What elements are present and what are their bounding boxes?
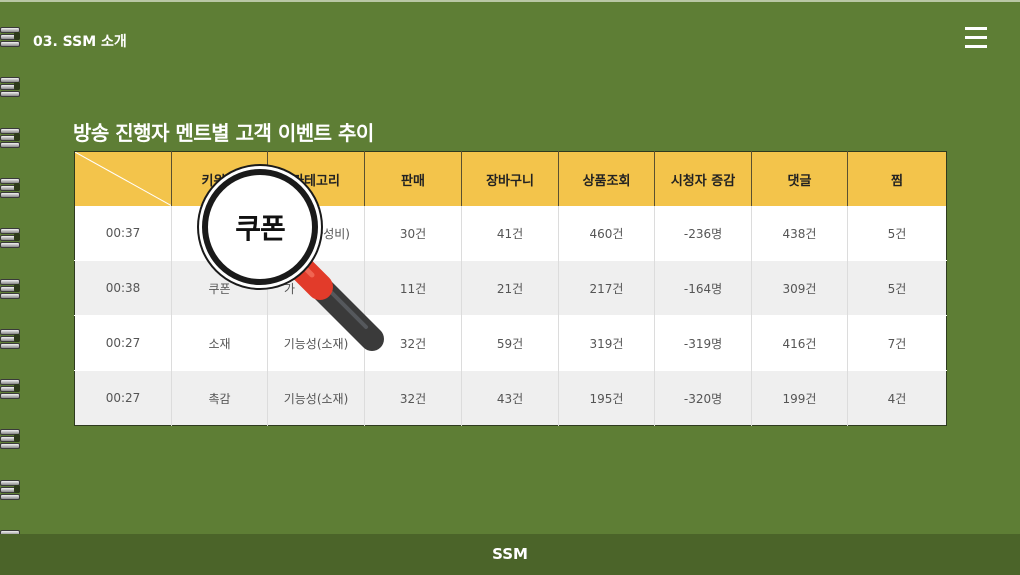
- slide-title: 방송 진행자 멘트별 고객 이벤트 추이: [73, 121, 374, 145]
- spiral-ring: [0, 226, 20, 249]
- spiral-binding: [0, 0, 24, 575]
- header-cart: 장바구니: [461, 151, 559, 206]
- cell-cart: 59건: [461, 315, 559, 371]
- cell-views: 460건: [558, 206, 655, 261]
- cell-wishlist: 7건: [847, 315, 947, 371]
- header-viewer-change: 시청자 증감: [654, 151, 752, 206]
- cell-views: 195건: [558, 370, 655, 426]
- header-corner-cell: [74, 151, 172, 206]
- cell-category: 기능성(소재): [267, 370, 365, 426]
- cell-cart: 21건: [461, 260, 559, 316]
- cell-wishlist: 4건: [847, 370, 947, 426]
- header-product-views: 상품조회: [558, 151, 655, 206]
- footer-label: SSM: [492, 545, 528, 563]
- cell-wishlist: 5건: [847, 260, 947, 316]
- spiral-ring: [0, 478, 20, 500]
- section-label: 03. SSM 소개: [33, 34, 127, 50]
- cell-comments: 416건: [751, 315, 848, 371]
- hamburger-menu-icon[interactable]: [964, 27, 988, 49]
- spiral-ring: [0, 25, 20, 47]
- cell-cart: 43건: [461, 370, 559, 426]
- cell-comments: 438건: [751, 206, 848, 261]
- cell-viewers: -236명: [654, 206, 752, 261]
- cell-views: 217건: [558, 260, 655, 316]
- header-comments: 댓글: [751, 151, 848, 206]
- spiral-ring: [0, 126, 20, 148]
- cell-viewers: -164명: [654, 260, 752, 316]
- cell-time: 00:27: [74, 370, 172, 426]
- cell-time: 00:38: [74, 260, 172, 316]
- header-wishlist: 찜: [847, 151, 947, 206]
- magnifier-icon: 쿠폰: [196, 163, 396, 363]
- cell-viewers: -319명: [654, 315, 752, 371]
- cell-comments: 199건: [751, 370, 848, 426]
- magnifier-lens: 쿠폰: [202, 169, 318, 285]
- cell-time: 00:37: [74, 206, 172, 261]
- cell-sales: 32건: [364, 370, 462, 426]
- spiral-ring: [0, 75, 20, 98]
- spiral-ring: [0, 377, 20, 400]
- top-frame-line: [0, 0, 1020, 2]
- table-row: 00:27 촉감 기능성(소재) 32건 43건 195건 -320명 199건…: [74, 370, 947, 426]
- footer-bar: SSM: [0, 534, 1020, 575]
- lens-keyword: 쿠폰: [235, 212, 286, 245]
- slide-page: 03. SSM 소개 방송 진행자 멘트별 고객 이벤트 추이 키워드 카테고리…: [0, 0, 1020, 575]
- spiral-ring: [0, 427, 20, 450]
- cell-time: 00:27: [74, 315, 172, 371]
- spiral-ring: [0, 277, 20, 299]
- spiral-ring: [0, 327, 20, 349]
- cell-viewers: -320명: [654, 370, 752, 426]
- cell-comments: 309건: [751, 260, 848, 316]
- cell-keyword: 촉감: [171, 370, 268, 426]
- cell-cart: 41건: [461, 206, 559, 261]
- cell-views: 319건: [558, 315, 655, 371]
- spiral-ring: [0, 176, 20, 198]
- cell-wishlist: 5건: [847, 206, 947, 261]
